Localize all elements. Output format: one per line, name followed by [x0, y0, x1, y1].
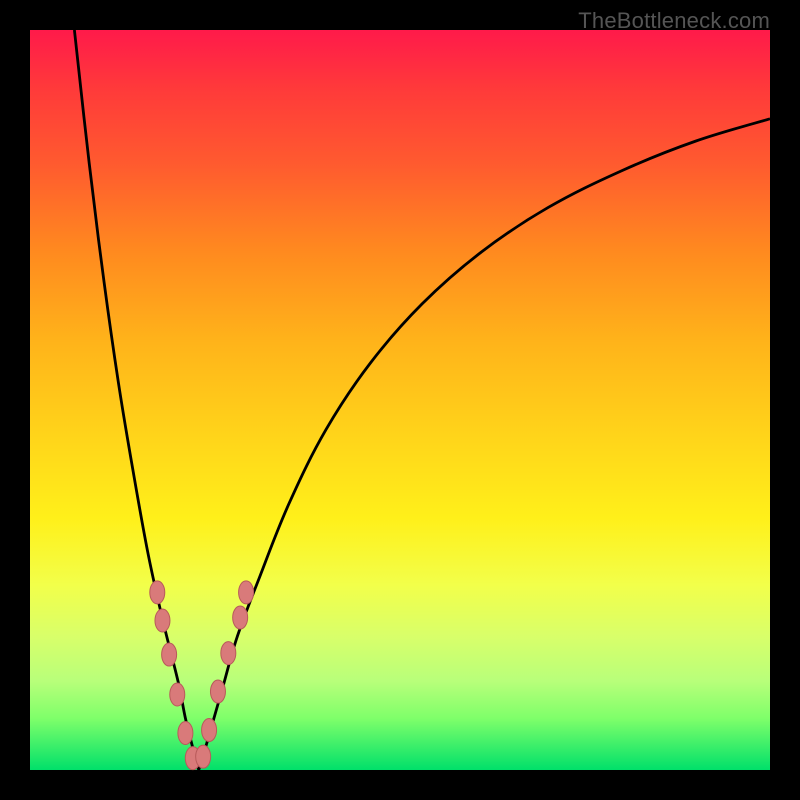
data-marker	[196, 745, 211, 768]
data-marker	[221, 642, 236, 665]
curve-right-branch	[199, 119, 770, 770]
data-markers	[150, 581, 254, 770]
data-marker	[162, 643, 177, 666]
data-marker	[239, 581, 254, 604]
data-marker	[233, 606, 248, 629]
data-marker	[155, 609, 170, 632]
attribution-label: TheBottleneck.com	[578, 8, 770, 34]
data-marker	[170, 683, 185, 706]
curve-left-branch	[74, 30, 198, 770]
data-marker	[150, 581, 165, 604]
plot-area	[30, 30, 770, 770]
curve-layer	[30, 30, 770, 770]
data-marker	[178, 722, 193, 745]
data-marker	[202, 719, 217, 742]
chart-frame: TheBottleneck.com	[0, 0, 800, 800]
data-marker	[210, 680, 225, 703]
